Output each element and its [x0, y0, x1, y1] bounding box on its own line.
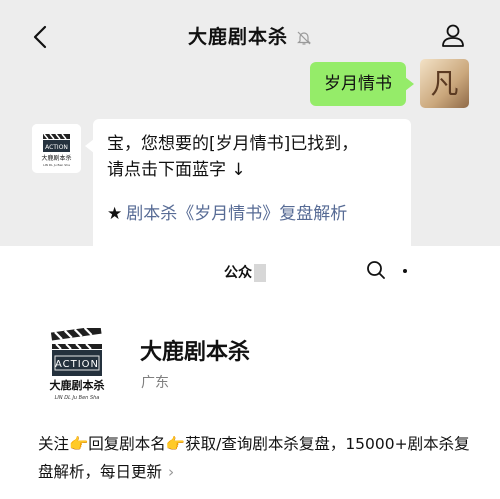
search-icon[interactable] — [366, 260, 386, 280]
incoming-message-line-2: 请点击下面蓝字 ↓ — [107, 160, 246, 180]
account-location: 广东 — [141, 375, 169, 391]
star-icon: ★ — [107, 204, 123, 224]
blurred-text — [254, 264, 266, 282]
svg-text:ACTION: ACTION — [55, 359, 99, 370]
outgoing-message-text: 岁月情书 — [324, 74, 392, 94]
outgoing-message-bubble[interactable]: 岁月情书 — [310, 62, 414, 106]
person-icon[interactable] — [440, 22, 466, 48]
card-header-title-text: 公众 — [224, 265, 252, 281]
card-header-title: 公众 — [224, 262, 266, 282]
card-header: 公众 — [0, 246, 500, 296]
account-logo[interactable]: ACTION 大鹿剧本杀 LIN DL Ju Ben Sha — [40, 328, 112, 408]
chat-title: 大鹿剧本杀 — [187, 26, 288, 48]
chevron-right-icon: › — [168, 463, 175, 481]
incoming-message-line-1: 宝，您想要的[岁月情书]已找到， — [107, 134, 359, 154]
avatar-glyph: 凡 — [430, 67, 459, 100]
more-dot-icon[interactable] — [403, 269, 407, 273]
account-avatar[interactable]: ACTION 大鹿剧本杀 LIN DL Ju Ben Sha — [32, 124, 81, 173]
user-avatar[interactable]: 凡 — [420, 59, 469, 108]
account-description[interactable]: 关注👉回复剧本名👉获取/查询剧本杀复盘，15000+剧本杀复盘解析，每日更新 › — [38, 430, 478, 486]
account-card: 公众 ACTION 大鹿剧本杀 LIN DL Ju Ben Sha 大鹿剧本杀 … — [0, 246, 500, 499]
svg-text:LIN DL Ju Ben Sha: LIN DL Ju Ben Sha — [43, 163, 70, 167]
bell-off-icon — [297, 31, 311, 45]
incoming-message-bubble: 宝，您想要的[岁月情书]已找到， 请点击下面蓝字 ↓ ★ 剧本杀《岁月情书》复盘解… — [85, 119, 411, 258]
chat-title-wrap: 大鹿剧本杀 — [0, 22, 500, 49]
svg-text:大鹿剧本杀: 大鹿剧本杀 — [50, 378, 105, 392]
chat-area: 大鹿剧本杀 岁月情书 凡 ACTION 大鹿剧本杀 LIN DL Ju Ben … — [0, 0, 500, 258]
article-link-text: 剧本杀《岁月情书》复盘解析 — [126, 204, 348, 224]
svg-text:LIN DL Ju Ben Sha: LIN DL Ju Ben Sha — [55, 395, 100, 401]
account-description-text: 关注👉回复剧本名👉获取/查询剧本杀复盘，15000+剧本杀复盘解析，每日更新 — [38, 435, 470, 481]
svg-text:ACTION: ACTION — [45, 144, 68, 151]
account-name[interactable]: 大鹿剧本杀 — [140, 334, 250, 366]
article-link[interactable]: ★ 剧本杀《岁月情书》复盘解析 — [107, 201, 397, 227]
svg-text:大鹿剧本杀: 大鹿剧本杀 — [41, 154, 71, 162]
